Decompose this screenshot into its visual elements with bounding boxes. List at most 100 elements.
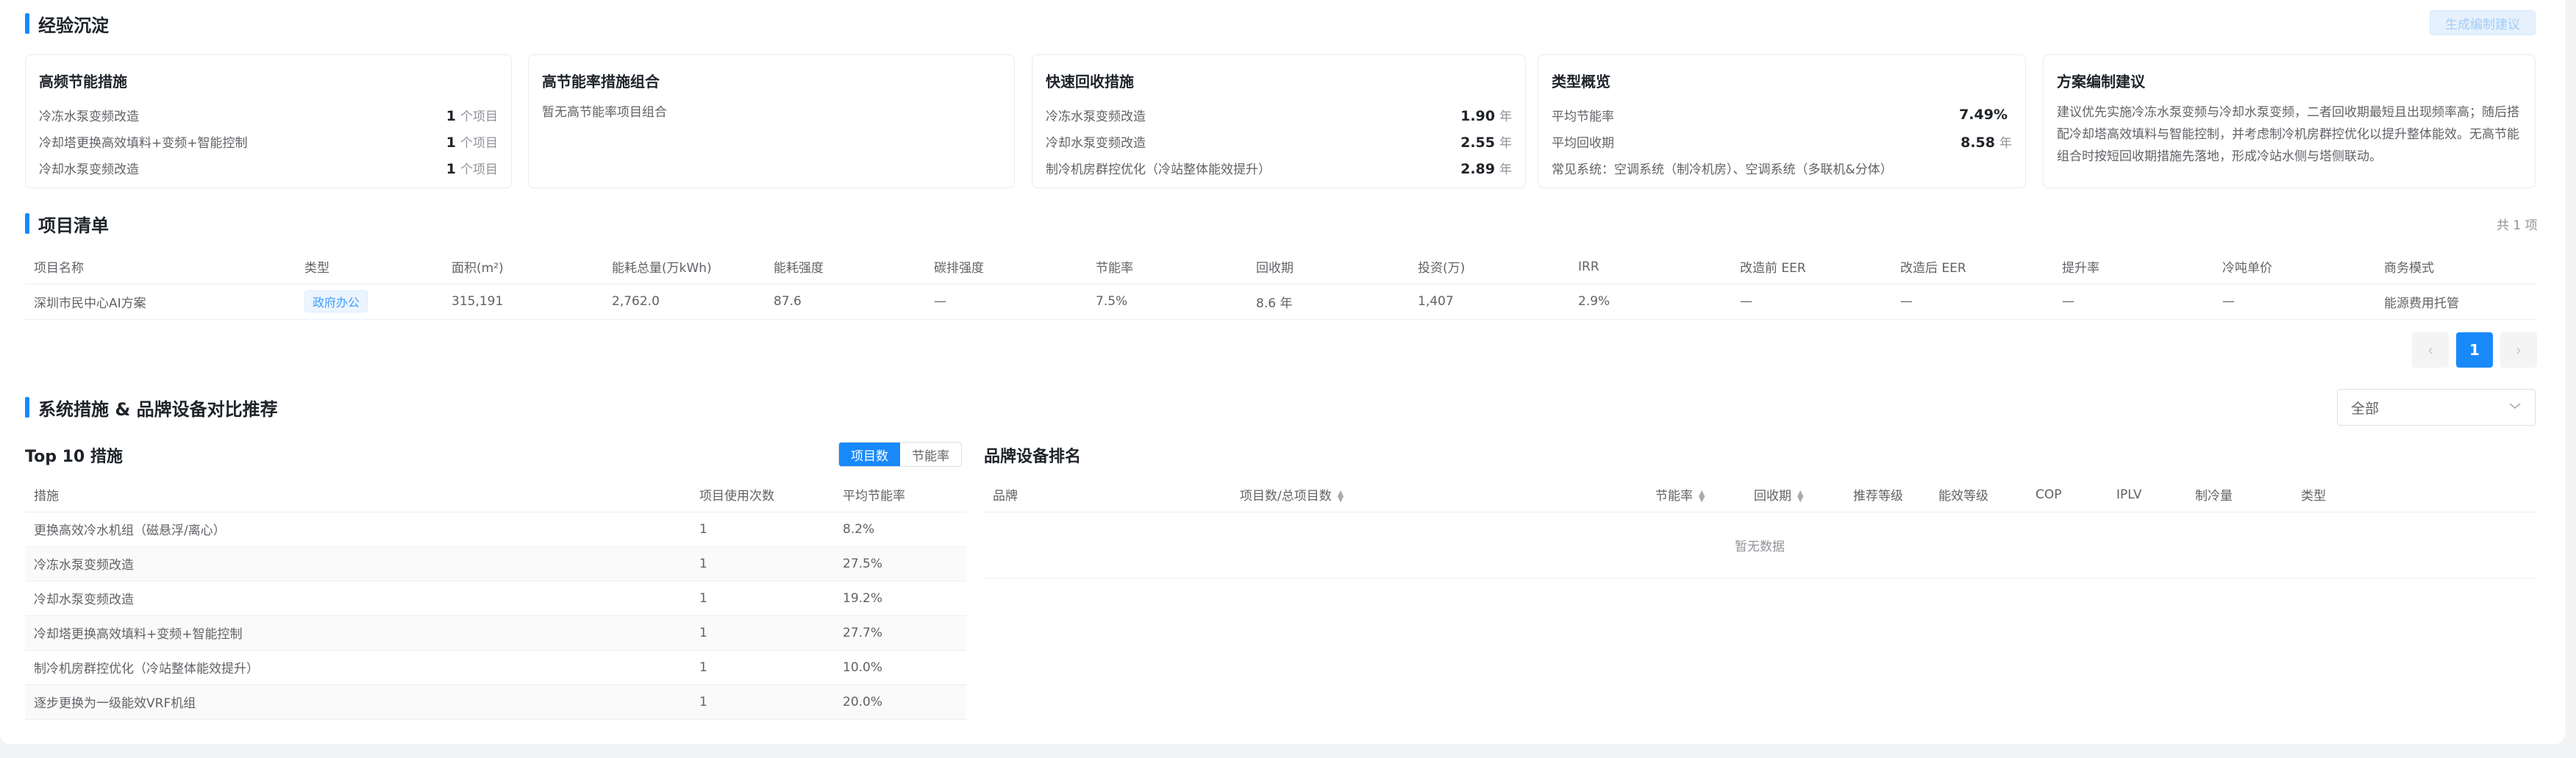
col-header: 制冷量 — [2186, 478, 2292, 512]
col-header: 平均节能率 — [834, 478, 966, 512]
compare-title: 系统措施 & 品牌设备对比推荐 — [38, 398, 278, 420]
top10-table: 措施 项目使用次数 平均节能率 更换高效冷水机组（磁悬浮/离心） 1 8.2% … — [25, 478, 966, 720]
card-title: 类型概览 — [1552, 73, 1610, 90]
table-row[interactable]: 冷却水泵变频改造 1 19.2% — [25, 581, 966, 616]
frequent-row: 冷冻水泵变频改造 1 个项目 — [39, 101, 498, 128]
row-label: 制冷机房群控优化（冷站整体能效提升） — [1046, 162, 1271, 177]
cell-count: 1 — [691, 684, 834, 720]
cell-count: 1 — [691, 615, 834, 651]
type-tag: 政府办公 — [304, 290, 368, 312]
col-header: 类型 — [2292, 478, 2536, 512]
table-header-row: 措施 项目使用次数 平均节能率 — [25, 478, 966, 512]
cell-invest: 1,407 — [1409, 284, 1569, 320]
col-header: 碳排强度 — [925, 250, 1087, 285]
col-header: 改造前 EER — [1731, 250, 1891, 285]
cell-eer-after: — — [1891, 284, 2053, 320]
card-plan-advice: 方案编制建议 建议优先实施冷冻水泵变频与冷却水泵变频，二者回收期最短且出现频率高… — [2043, 54, 2536, 188]
col-header: 能效等级 — [1930, 478, 2027, 512]
top10-sort-toggle: 项目数 节能率 — [838, 442, 962, 467]
projects-table: 项目名称 类型 面积(m²) 能耗总量(万kWh) 能耗强度 碳排强度 节能率 … — [25, 250, 2536, 320]
row-value: 1 — [446, 134, 456, 151]
row-value: 1.90 — [1460, 107, 1495, 124]
row-label: 平均节能率 — [1552, 109, 1614, 124]
row-unit: 年 — [1499, 162, 1512, 177]
card-type-overview: 类型概览 平均节能率 7.49% 平均回收期 8.58 年 常见系统：空调系统（制… — [1538, 54, 2026, 188]
row-label: 冷冻水泵变频改造 — [1046, 109, 1146, 124]
col-header: 冷吨单价 — [2213, 250, 2375, 285]
cell-measure: 冷冻水泵变频改造 — [25, 546, 691, 582]
overview-common: 常见系统：空调系统（制冷机房）、空调系统（多联机&分体） — [1552, 154, 2012, 181]
fast-row: 冷却水泵变频改造 2.55 年 — [1046, 128, 1512, 154]
cell-rate: 27.5% — [834, 546, 966, 582]
overview-row: 平均回收期 8.58 年 — [1552, 128, 2012, 154]
row-value: 7.49% — [1959, 107, 2008, 123]
toggle-project-count[interactable]: 项目数 — [839, 443, 900, 466]
pagination-prev-button[interactable]: ‹ — [2412, 332, 2449, 368]
row-value: 8.58 — [1960, 134, 1995, 151]
col-header-sortable[interactable]: 节能率 ▲ ▼ — [1646, 478, 1745, 512]
cell-measure: 冷却塔更换高效填料+变频+智能控制 — [25, 615, 691, 651]
table-row[interactable]: 冷冻水泵变频改造 1 27.5% — [25, 546, 966, 582]
experience-title: 经验沉淀 — [38, 15, 109, 36]
cell-count: 1 — [691, 581, 834, 616]
col-header-sortable[interactable]: 回收期 ▲ ▼ — [1745, 478, 1844, 512]
pagination-next-button[interactable]: › — [2500, 332, 2537, 368]
row-unit: 年 — [1499, 135, 1512, 151]
cell-payback: 8.6 年 — [1247, 284, 1409, 320]
overview-row: 平均节能率 7.49% — [1552, 101, 2012, 128]
cell-measure: 更换高效冷水机组（磁悬浮/离心） — [25, 512, 691, 547]
col-header: 推荐等级 — [1844, 478, 1930, 512]
sort-caret-icon[interactable]: ▲ ▼ — [1338, 489, 1344, 503]
cell-count: 1 — [691, 546, 834, 582]
cell-count: 1 — [691, 650, 834, 685]
col-header: 改造后 EER — [1891, 250, 2053, 285]
common-systems: 常见系统：空调系统（制冷机房）、空调系统（多联机&分体） — [1552, 162, 1893, 177]
sort-caret-icon[interactable]: ▲ ▼ — [1699, 489, 1705, 503]
cell-measure: 冷却水泵变频改造 — [25, 581, 691, 616]
table-row[interactable]: 冷却塔更换高效填料+变频+智能控制 1 27.7% — [25, 615, 966, 651]
card-title: 方案编制建议 — [2057, 73, 2145, 90]
cell-count: 1 — [691, 512, 834, 547]
col-header: 提升率 — [2053, 250, 2213, 285]
experience-section-header: 经验沉淀 — [25, 10, 109, 37]
table-header-row: 品牌 项目数/总项目数 ▲ ▼ 节能率 ▲ ▼ 回收期 ▲ ▼ 推荐等级 能效等级 COP … — [984, 478, 2536, 512]
cell-intensity: 87.6 — [765, 284, 925, 320]
sort-caret-icon[interactable]: ▲ ▼ — [1797, 489, 1803, 503]
generate-advice-button[interactable]: 生成编制建议 — [2430, 10, 2536, 35]
chevron-down-icon — [2508, 401, 2522, 413]
table-row[interactable]: 深圳市民中心AI方案 政府办公 315,191 2,762.0 87.6 — 7… — [25, 284, 2536, 320]
toggle-saving-rate[interactable]: 节能率 — [900, 443, 961, 466]
pagination-page-1[interactable]: 1 — [2456, 332, 2493, 368]
table-row[interactable]: 逐步更换为一级能效VRF机组 1 20.0% — [25, 684, 966, 720]
col-header-sortable[interactable]: 项目数/总项目数 ▲ ▼ — [1231, 478, 1646, 512]
cell-type: 政府办公 — [296, 284, 443, 320]
top10-title: Top 10 措施 — [25, 448, 123, 466]
col-header: 能耗总量(万kWh) — [603, 250, 765, 285]
system-filter-select[interactable]: 全部 — [2337, 389, 2536, 426]
col-header-label: 回收期 — [1754, 489, 1791, 504]
projects-section-header: 项目清单 — [25, 210, 109, 237]
col-header: 节能率 — [1087, 250, 1247, 285]
main-panel: 经验沉淀 生成编制建议 高频节能措施 冷冻水泵变频改造 1 个项目 冷却塔更换高效… — [0, 0, 2565, 744]
row-unit: 个项目 — [460, 135, 498, 151]
row-value: 1 — [446, 160, 456, 177]
cell-area: 315,191 — [443, 284, 603, 320]
row-unit: 年 — [1499, 109, 1512, 124]
cell-measure: 制冷机房群控优化（冷站整体能效提升） — [25, 650, 691, 685]
col-header: IPLV — [2108, 478, 2186, 512]
table-row[interactable]: 制冷机房群控优化（冷站整体能效提升） 1 10.0% — [25, 650, 966, 685]
fast-row: 冷冻水泵变频改造 1.90 年 — [1046, 101, 1512, 128]
col-header: 类型 — [296, 250, 443, 285]
cell-name: 深圳市民中心AI方案 — [25, 284, 296, 320]
row-value: 2.55 — [1460, 134, 1495, 151]
col-header: 商务模式 — [2375, 250, 2536, 285]
compare-section-header: 系统措施 & 品牌设备对比推荐 — [25, 394, 278, 421]
brand-ranking-title: 品牌设备排名 — [984, 448, 1082, 466]
col-header: 项目名称 — [25, 250, 296, 285]
row-unit: 个项目 — [460, 109, 498, 124]
card-frequent-measures: 高频节能措施 冷冻水泵变频改造 1 个项目 冷却塔更换高效填料+变频+智能控制 1… — [25, 54, 512, 188]
table-row[interactable]: 更换高效冷水机组（磁悬浮/离心） 1 8.2% — [25, 512, 966, 547]
card-title: 高频节能措施 — [39, 73, 127, 90]
row-unit: 年 — [1999, 135, 2012, 151]
combo-empty-text: 暂无高节能率项目组合 — [542, 105, 667, 120]
